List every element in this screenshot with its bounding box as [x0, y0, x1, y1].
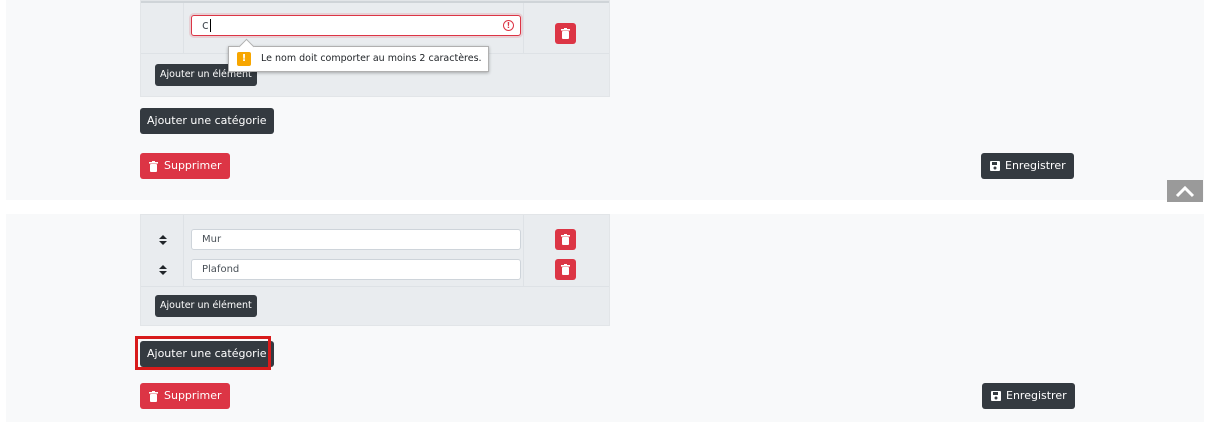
item-name-value: c [202, 18, 209, 32]
validation-tooltip: ! Le nom doit comporter au moins 2 carac… [228, 38, 489, 72]
delete-button-label: Supprimer [164, 389, 222, 402]
item-name-input[interactable]: Mur [191, 229, 521, 250]
bottom-panel: Mur Plafond Ajouter un élément Ajouter u… [6, 214, 1204, 422]
delete-button[interactable]: Supprimer [140, 153, 230, 179]
add-element-button[interactable]: Ajouter un élément [155, 295, 257, 317]
floppy-disk-icon [991, 391, 1001, 401]
save-button-label: Enregistrer [1006, 389, 1067, 402]
chevron-up-icon [1175, 185, 1195, 198]
trash-icon [149, 161, 158, 172]
trash-icon [561, 264, 570, 275]
exclamation-circle-icon: ! [503, 20, 514, 31]
column-divider [523, 215, 524, 254]
item-name-value: Mur [202, 234, 222, 245]
column-divider [523, 254, 524, 286]
column-divider [523, 3, 524, 53]
item-name-input[interactable]: c ! [191, 15, 521, 36]
table-row: Mur [141, 215, 609, 255]
delete-item-button[interactable] [555, 229, 576, 250]
highlight-box [135, 336, 271, 370]
save-button[interactable]: Enregistrer [982, 383, 1075, 409]
save-button-label: Enregistrer [1005, 159, 1066, 172]
delete-button-label: Supprimer [164, 159, 222, 172]
delete-button[interactable]: Supprimer [140, 383, 230, 409]
column-divider [183, 215, 184, 254]
delete-item-button[interactable] [555, 259, 576, 280]
table-row: Plafond [141, 254, 609, 287]
top-panel: c ! Ajouter un élément Ajouter une catég… [6, 0, 1204, 200]
scroll-top-button[interactable] [1167, 180, 1203, 202]
sort-icon[interactable] [159, 235, 167, 245]
column-divider [183, 254, 184, 286]
add-category-button[interactable]: Ajouter une catégorie [140, 108, 274, 134]
trash-icon [561, 28, 570, 39]
trash-icon [561, 234, 570, 245]
text-cursor [209, 19, 211, 32]
tooltip-message: Le nom doit comporter au moins 2 caractè… [261, 53, 482, 64]
column-divider [183, 3, 184, 53]
trash-icon [149, 391, 158, 402]
sort-icon[interactable] [159, 265, 167, 275]
delete-item-button[interactable] [555, 23, 576, 44]
category-items-table: Mur Plafond Ajouter un élément [140, 214, 610, 326]
item-name-value: Plafond [202, 264, 240, 275]
save-button[interactable]: Enregistrer [981, 153, 1074, 179]
warning-icon: ! [237, 52, 251, 66]
item-name-input[interactable]: Plafond [191, 259, 521, 280]
floppy-disk-icon [990, 161, 1000, 171]
